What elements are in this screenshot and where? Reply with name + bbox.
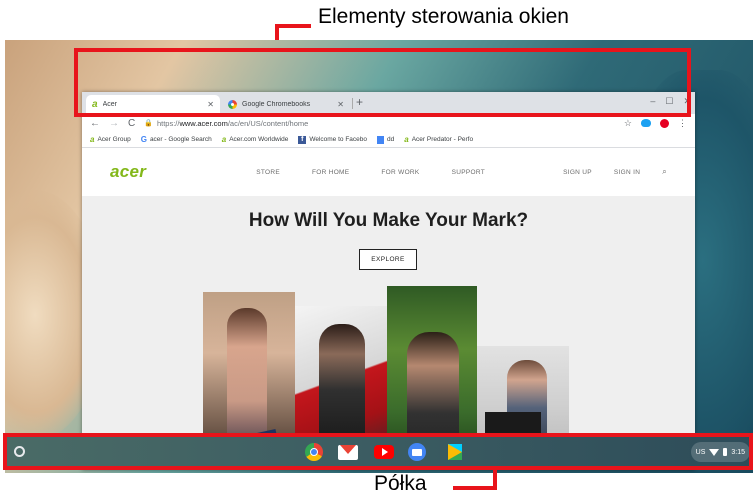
url-host: www.acer.com	[179, 118, 228, 128]
tab-label: Google Chromebooks	[242, 101, 311, 108]
close-icon[interactable]: ✕	[337, 100, 344, 109]
tab-strip: a Acer ✕ Google Chromebooks ✕ + – ☐ ✕	[82, 92, 695, 114]
bookmark-label: dd	[387, 136, 395, 143]
docs-icon	[377, 135, 384, 144]
star-icon[interactable]: ☆	[624, 118, 632, 129]
nav-for-work[interactable]: FOR WORK	[381, 169, 419, 176]
close-icon[interactable]: ✕	[207, 100, 214, 109]
youtube-icon[interactable]	[374, 445, 394, 459]
wifi-icon	[709, 448, 720, 456]
tab-acer[interactable]: a Acer ✕	[86, 95, 220, 114]
launcher-icon[interactable]	[14, 446, 25, 457]
address-bar[interactable]: 🔒 https:// www.acer.com /ac/en/US/conten…	[144, 117, 624, 130]
bookmark-label: Acer Predator - Perfo	[411, 136, 474, 143]
pinterest-icon[interactable]	[660, 118, 669, 128]
tab-label: Acer	[102, 101, 117, 108]
url-path: /ac/en/US/content/home	[227, 118, 309, 128]
desktop-wallpaper: a Acer ✕ Google Chromebooks ✕ + – ☐ ✕ ← …	[5, 40, 753, 473]
new-tab-button[interactable]: +	[356, 95, 363, 109]
google-icon	[228, 100, 237, 109]
callout-leader-bottom-horizontal	[453, 486, 497, 490]
shelf: US 3:15	[5, 437, 753, 467]
maximize-icon[interactable]: ☐	[665, 96, 673, 107]
toolbar-actions: ☆ ⋮	[624, 118, 687, 129]
bookmark-acer-google-search[interactable]: G acer - Google Search	[141, 135, 212, 144]
google-icon: G	[140, 135, 147, 144]
nav-support[interactable]: SUPPORT	[452, 169, 485, 176]
nav-sign-up[interactable]: SIGN UP	[563, 169, 592, 176]
acer-site-logo[interactable]: acer	[110, 162, 146, 182]
hero-section: How Will You Make Your Mark? EXPLORE	[82, 196, 695, 470]
nav-for-home[interactable]: FOR HOME	[312, 169, 349, 176]
callout-shelf: Półka	[374, 472, 427, 495]
bookmark-label: acer - Google Search	[149, 136, 212, 143]
play-store-icon[interactable]	[445, 443, 463, 461]
acer-logo-icon: a	[404, 135, 409, 144]
nav-store[interactable]: STORE	[256, 169, 280, 176]
tab-google-chromebooks[interactable]: Google Chromebooks ✕	[222, 95, 350, 114]
browser-window: a Acer ✕ Google Chromebooks ✕ + – ☐ ✕ ← …	[82, 92, 695, 470]
facebook-icon: f	[298, 135, 307, 144]
files-icon[interactable]	[408, 443, 426, 461]
bookmark-dd[interactable]: dd	[377, 135, 395, 144]
explore-button[interactable]: EXPLORE	[359, 249, 417, 270]
photo-figure	[319, 324, 365, 444]
back-arrow-icon[interactable]: ←	[90, 118, 100, 129]
search-icon[interactable]: ⌕	[662, 167, 667, 177]
bookmark-acer-group[interactable]: a Acer Group	[90, 135, 131, 144]
status-area[interactable]: US 3:15	[690, 442, 750, 462]
bookmark-acer-predator[interactable]: a Acer Predator - Perfo	[404, 135, 473, 144]
acer-logo-icon: a	[221, 135, 227, 144]
callout-leader-bottom-vertical	[493, 469, 497, 490]
minimize-icon[interactable]: –	[650, 96, 655, 107]
clock: 3:15	[731, 448, 745, 456]
acer-logo-icon: a	[92, 99, 98, 110]
close-window-icon[interactable]: ✕	[683, 96, 691, 107]
lock-icon: 🔒	[144, 120, 153, 127]
url-scheme: https://	[156, 118, 180, 128]
kebab-menu-icon[interactable]: ⋮	[678, 118, 687, 129]
bookmark-label: Acer.com Worldwide	[229, 136, 289, 143]
nav-sign-in[interactable]: SIGN IN	[614, 169, 640, 176]
bookmark-facebook[interactable]: f Welcome to Facebo	[298, 135, 367, 144]
reload-icon[interactable]: C	[128, 118, 135, 129]
bookmark-label: Welcome to Facebo	[309, 136, 367, 143]
bookmark-acer-worldwide[interactable]: a Acer.com Worldwide	[222, 135, 289, 144]
site-header: acer STORE FOR HOME FOR WORK SUPPORT SIG…	[82, 148, 695, 196]
forward-arrow-icon[interactable]: →	[109, 118, 119, 129]
battery-icon	[723, 448, 728, 456]
bookmarks-bar: a Acer Group G acer - Google Search a Ac…	[82, 132, 695, 148]
chrome-icon[interactable]	[305, 443, 323, 461]
locale-indicator: US	[695, 448, 706, 456]
acer-logo-icon: a	[90, 135, 95, 144]
gmail-icon[interactable]	[338, 445, 358, 460]
callout-window-controls: Elementy sterowania okien	[318, 5, 569, 28]
bookmark-label: Acer Group	[97, 136, 131, 143]
tab-divider	[352, 98, 353, 109]
twitter-icon[interactable]	[641, 119, 651, 127]
browser-toolbar: ← → C 🔒 https:// www.acer.com /ac/en/US/…	[82, 114, 695, 132]
hero-title: How Will You Make Your Mark?	[248, 210, 529, 231]
window-controls: – ☐ ✕	[650, 96, 691, 107]
callout-leader-top-horizontal	[275, 24, 311, 28]
